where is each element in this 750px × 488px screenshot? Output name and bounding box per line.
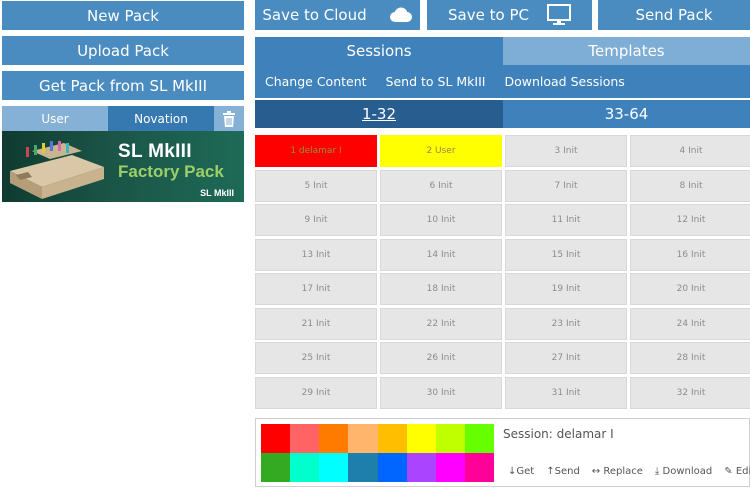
session-slot[interactable]: 18 Init: [380, 273, 502, 305]
color-swatch[interactable]: [290, 453, 320, 482]
send-button[interactable]: ↑Send: [546, 466, 580, 477]
download-icon: ⤓: [654, 466, 663, 477]
cloud-icon: [389, 7, 412, 22]
session-slot[interactable]: 2 User: [380, 135, 502, 167]
session-slot[interactable]: 30 Init: [380, 376, 502, 409]
session-slot[interactable]: 10 Init: [380, 204, 502, 236]
save-to-cloud-label: Save to Cloud: [262, 6, 367, 24]
session-slot[interactable]: 13 Init: [255, 238, 377, 271]
replace-label: Replace: [603, 466, 643, 477]
session-slot[interactable]: 17 Init: [255, 273, 377, 305]
main-tabs: Sessions Templates: [255, 37, 750, 65]
get-label: Get: [516, 466, 535, 477]
edit-label: Edit: [735, 466, 750, 477]
session-name-label: Session: delamar I: [503, 427, 614, 441]
arrow-up-icon: ↑: [546, 466, 555, 477]
session-slot[interactable]: 27 Init: [505, 342, 627, 374]
session-slot[interactable]: 32 Init: [630, 376, 750, 409]
color-swatch[interactable]: [464, 453, 494, 482]
send-pack-button[interactable]: Send Pack: [598, 0, 750, 30]
edit-button[interactable]: ✎ Edit: [724, 466, 750, 477]
session-slot[interactable]: 16 Init: [630, 238, 750, 271]
pack-source-tabs: User Novation: [2, 106, 244, 131]
new-pack-button[interactable]: New Pack: [2, 1, 244, 30]
tab-range-33-64[interactable]: 33-64: [503, 100, 750, 128]
session-detail-panel: Session: delamar I ↓Get ↑Send ↔ Replace …: [255, 418, 750, 487]
color-swatch[interactable]: [290, 424, 320, 453]
monitor-icon: [546, 4, 571, 25]
session-slot[interactable]: 20 Init: [630, 273, 750, 305]
session-slot[interactable]: 28 Init: [630, 342, 750, 374]
send-to-device-link[interactable]: Send to SL MkIII: [386, 74, 486, 89]
color-swatch[interactable]: [319, 453, 349, 482]
session-slot[interactable]: 15 Init: [505, 238, 627, 271]
session-slot[interactable]: 19 Init: [505, 273, 627, 305]
tab-range-1-32[interactable]: 1-32: [255, 100, 503, 128]
trash-icon[interactable]: [214, 106, 244, 131]
color-swatch[interactable]: [377, 453, 407, 482]
session-grid: 1 delamar I2 User 3 Init 4 Init 5 Init 6 Ini…: [255, 135, 750, 409]
color-swatch[interactable]: [348, 453, 378, 482]
session-slot[interactable]: 21 Init: [255, 307, 377, 340]
tab-sessions[interactable]: Sessions: [255, 37, 503, 65]
session-slot[interactable]: 26 Init: [380, 342, 502, 374]
replace-button[interactable]: ↔ Replace: [592, 466, 643, 477]
color-swatch[interactable]: [435, 453, 465, 482]
session-slot[interactable]: 5 Init: [255, 169, 377, 202]
pack-subtitle: Factory Pack: [118, 162, 224, 181]
session-range-tabs: 1-32 33-64: [255, 100, 750, 128]
session-slot[interactable]: 31 Init: [505, 376, 627, 409]
factory-pack-card[interactable]: SL MkIII Factory Pack SL MkIII: [2, 131, 244, 202]
tab-novation[interactable]: Novation: [108, 106, 214, 131]
session-slot[interactable]: 25 Init: [255, 342, 377, 374]
upload-pack-button[interactable]: Upload Pack: [2, 36, 244, 65]
color-swatch[interactable]: [319, 424, 349, 453]
color-swatch[interactable]: [261, 453, 291, 482]
color-swatch[interactable]: [377, 424, 407, 453]
session-slot[interactable]: 22 Init: [380, 307, 502, 340]
session-slot[interactable]: 11 Init: [505, 204, 627, 236]
session-slot[interactable]: 6 Init: [380, 169, 502, 202]
download-button[interactable]: ⤓ Download: [655, 466, 712, 477]
session-actions-bar: Change Content Send to SL MkIII Download…: [255, 65, 750, 98]
session-slot[interactable]: 4 Init: [630, 135, 750, 167]
color-swatch[interactable]: [435, 424, 465, 453]
color-swatch[interactable]: [464, 424, 494, 453]
pack-brand: SL MkIII: [200, 188, 234, 198]
change-content-link[interactable]: Change Content: [265, 74, 367, 89]
session-slot[interactable]: 14 Init: [380, 238, 502, 271]
save-to-pc-label: Save to PC: [448, 6, 529, 24]
keyboard-illustration: [10, 141, 104, 199]
session-slot[interactable]: 23 Init: [505, 307, 627, 340]
session-slot[interactable]: 12 Init: [630, 204, 750, 236]
send-label: Send: [554, 466, 580, 477]
color-swatch[interactable]: [261, 424, 291, 453]
session-slot[interactable]: 8 Init: [630, 169, 750, 202]
session-slot[interactable]: 1 delamar I: [255, 135, 377, 167]
color-swatch[interactable]: [406, 453, 436, 482]
session-slot[interactable]: 9 Init: [255, 204, 377, 236]
swap-icon: ↔: [591, 466, 604, 477]
color-swatch[interactable]: [406, 424, 436, 453]
session-slot[interactable]: 3 Init: [505, 135, 627, 167]
tab-templates[interactable]: Templates: [503, 37, 750, 65]
pack-title: SL MkIII: [118, 141, 192, 162]
get-button[interactable]: ↓Get: [508, 466, 534, 477]
pencil-icon: ✎: [724, 466, 736, 477]
tab-user[interactable]: User: [2, 106, 108, 131]
session-slot[interactable]: 24 Init: [630, 307, 750, 340]
session-slot[interactable]: 29 Init: [255, 376, 377, 409]
session-action-links: ↓Get ↑Send ↔ Replace ⤓ Download ✎ Edit: [508, 466, 750, 477]
save-to-cloud-button[interactable]: Save to Cloud: [255, 0, 420, 30]
color-palette: [261, 424, 494, 482]
download-sessions-link[interactable]: Download Sessions: [504, 74, 624, 89]
download-label: Download: [662, 466, 713, 477]
get-pack-from-device-button[interactable]: Get Pack from SL MkIII: [2, 71, 244, 100]
session-slot[interactable]: 7 Init: [505, 169, 627, 202]
save-to-pc-button[interactable]: Save to PC: [427, 0, 592, 30]
color-swatch[interactable]: [348, 424, 378, 453]
